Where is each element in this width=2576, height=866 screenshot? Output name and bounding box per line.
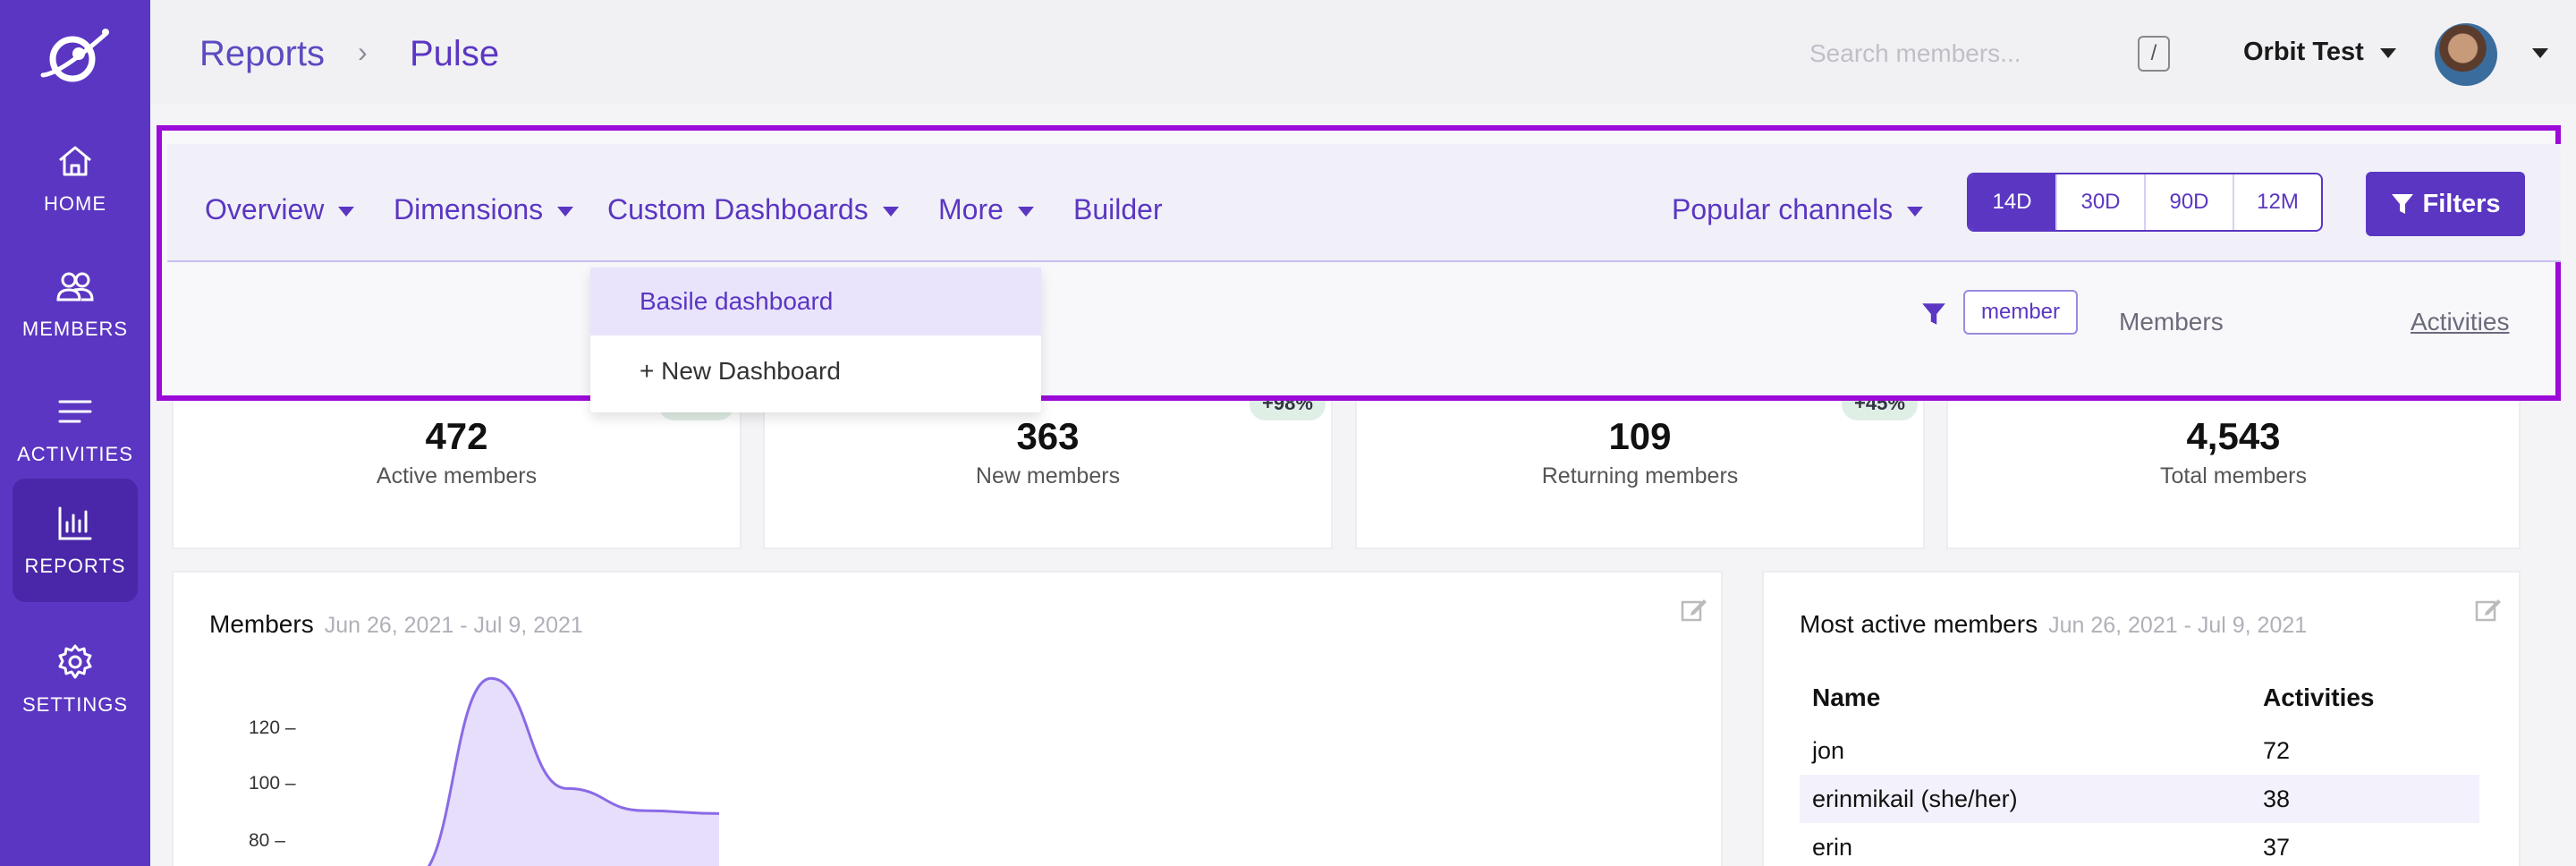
breadcrumb-reports[interactable]: Reports xyxy=(199,34,325,74)
chevron-down-icon xyxy=(557,207,574,217)
column-header-name[interactable]: Name xyxy=(1812,683,1880,712)
nav-settings-label: SETTINGS xyxy=(21,693,128,716)
workspace-name: Orbit Test xyxy=(2243,38,2364,66)
nav-activities[interactable]: ACTIVITIES xyxy=(13,367,138,490)
nav-members-label: MEMBERS xyxy=(21,318,129,340)
home-icon xyxy=(59,146,91,176)
members-area-chart xyxy=(427,676,720,866)
range-90d-button[interactable]: 90D xyxy=(2146,174,2234,230)
nav-activities-label: ACTIVITIES xyxy=(17,443,133,465)
y-tick-label: 100 – xyxy=(249,773,296,794)
member-activities: 38 xyxy=(2263,785,2291,812)
panel-title-text: Members xyxy=(209,610,314,638)
members-area-fill xyxy=(428,678,719,866)
nav-reports-label: REPORTS xyxy=(24,555,126,577)
tab-label: Dimensions xyxy=(394,193,544,225)
most-active-title: Most active members Jun 26, 2021 - Jul 9,… xyxy=(1800,610,2307,639)
stat-label: Total members xyxy=(2160,463,2307,488)
most-active-members-panel: Most active members Jun 26, 2021 - Jul 9,… xyxy=(1762,571,2521,866)
channel-select[interactable]: Popular channels xyxy=(1672,193,1924,226)
stat-value: 472 xyxy=(425,415,488,457)
tab-dimensions[interactable]: Dimensions xyxy=(394,193,574,226)
search-shortcut-key: / xyxy=(2138,36,2170,72)
y-tick-label: 80 – xyxy=(249,830,285,851)
y-tick-label: 120 – xyxy=(249,717,296,738)
tab-custom-dashboards[interactable]: Custom Dashboards xyxy=(607,193,899,226)
channel-select-label: Popular channels xyxy=(1672,193,1894,225)
tab-overview[interactable]: Overview xyxy=(205,193,355,226)
sidebar: HOME MEMBERS ACTIVITIES REPORTS SETTINGS xyxy=(0,0,150,866)
panel-date-range: Jun 26, 2021 - Jul 9, 2021 xyxy=(2048,613,2308,638)
nav-home[interactable]: HOME xyxy=(13,116,138,240)
panel-title-text: Most active members xyxy=(1800,610,2038,638)
filter-icon xyxy=(2392,194,2414,214)
range-14d-button[interactable]: 14D xyxy=(1969,174,2057,230)
member-activities: 37 xyxy=(2263,834,2291,861)
table-row[interactable]: jon 72 xyxy=(1800,726,2479,775)
members-chart-panel: Members Jun 26, 2021 - Jul 9, 2021 120 – … xyxy=(172,571,1723,866)
stat-label: New members xyxy=(975,463,1121,488)
chevron-down-icon xyxy=(1017,207,1034,217)
stat-value: 4,543 xyxy=(2186,415,2281,457)
filters-button[interactable]: Filters xyxy=(2366,172,2525,236)
tab-more[interactable]: More xyxy=(938,193,1034,226)
members-icon xyxy=(56,272,94,301)
workspace-selector[interactable]: Orbit Test xyxy=(2243,38,2396,67)
tab-label: Builder xyxy=(1073,193,1163,225)
stat-label: Active members xyxy=(376,463,538,488)
edit-icon[interactable] xyxy=(2474,596,2503,624)
tab-label: Overview xyxy=(205,193,325,225)
report-tabs: Overview Dimensions Custom Dashboards Mo… xyxy=(167,144,2561,262)
filter-chip-member[interactable]: member xyxy=(1963,290,2078,335)
member-name: erin xyxy=(1812,834,1853,861)
dropdown-item-basile-dashboard[interactable]: Basile dashboard xyxy=(590,267,1041,335)
tab-builder[interactable]: Builder xyxy=(1073,193,1163,226)
chevron-down-icon xyxy=(2379,47,2396,58)
table-row[interactable]: erinmikail (she/her) 38 xyxy=(1800,775,2479,823)
member-name: erinmikail (she/her) xyxy=(1812,785,2018,812)
member-activities: 72 xyxy=(2263,737,2291,764)
tab-label: More xyxy=(938,193,1004,225)
search-input[interactable] xyxy=(1809,34,2149,73)
tab-label: Custom Dashboards xyxy=(607,193,869,225)
header: Reports › Pulse / Orbit Test xyxy=(150,0,2576,104)
nav-home-label: HOME xyxy=(44,192,106,215)
column-header-activities[interactable]: Activities xyxy=(2263,683,2375,712)
filter-icon xyxy=(1922,303,1945,325)
chevron-down-icon[interactable] xyxy=(2532,48,2548,58)
breadcrumb-pulse: Pulse xyxy=(410,34,500,73)
breadcrumb-separator: › xyxy=(358,36,368,68)
report-toolbar-frame: Overview Dimensions Custom Dashboards Mo… xyxy=(157,125,2561,401)
edit-icon[interactable] xyxy=(1680,596,1708,624)
panel-date-range: Jun 26, 2021 - Jul 9, 2021 xyxy=(324,613,583,638)
chevron-down-icon xyxy=(1907,207,1924,217)
dropdown-item-new-dashboard[interactable]: + New Dashboard xyxy=(590,337,1041,405)
custom-dashboards-dropdown: Basile dashboard + New Dashboard xyxy=(590,267,1041,412)
range-12m-button[interactable]: 12M xyxy=(2234,174,2321,230)
range-30d-button[interactable]: 30D xyxy=(2057,174,2146,230)
nav-settings[interactable]: SETTINGS xyxy=(13,617,138,741)
stat-label: Returning members xyxy=(1541,463,1739,488)
stat-card-returning: +45% 109 Returning members xyxy=(1355,379,1925,549)
stat-card-total: 4,543 Total members xyxy=(1946,379,2521,549)
reports-icon xyxy=(58,506,92,540)
table-row[interactable]: erin 37 xyxy=(1800,823,2479,866)
activities-icon xyxy=(58,400,92,423)
chevron-down-icon xyxy=(338,207,355,217)
settings-icon xyxy=(58,644,92,679)
members-chart-title: Members Jun 26, 2021 - Jul 9, 2021 xyxy=(209,610,583,639)
date-range-toggle: 14D 30D 90D 12M xyxy=(1967,173,2323,232)
chevron-down-icon xyxy=(882,207,899,217)
nav-reports[interactable]: REPORTS xyxy=(13,479,138,602)
member-name: jon xyxy=(1812,737,1845,764)
segment-activities-link[interactable]: Activities xyxy=(2411,308,2509,336)
orbit-logo-icon[interactable] xyxy=(34,23,114,91)
stat-value: 109 xyxy=(1608,415,1672,457)
segment-members-link[interactable]: Members xyxy=(2119,308,2224,336)
filters-button-label: Filters xyxy=(2422,189,2501,218)
nav-members[interactable]: MEMBERS xyxy=(13,242,138,365)
stat-value: 363 xyxy=(1016,415,1080,457)
avatar[interactable] xyxy=(2435,23,2497,86)
